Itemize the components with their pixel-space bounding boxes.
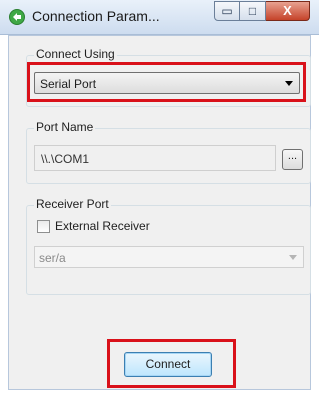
- port-name-label: Port Name: [34, 120, 96, 134]
- external-receiver-checkbox[interactable]: [37, 220, 50, 233]
- connection-parameters-window: Connection Param... ▭ □ X Connect Using …: [0, 0, 319, 398]
- app-icon: [9, 9, 25, 25]
- maximize-button[interactable]: □: [240, 1, 266, 21]
- receiver-port-value: ser/a: [39, 251, 66, 265]
- highlight-connect-button: [107, 339, 236, 388]
- minimize-button[interactable]: ▭: [214, 1, 240, 21]
- receiver-port-select: ser/a: [34, 246, 304, 268]
- minimize-icon: ▭: [221, 4, 233, 18]
- title-bar[interactable]: Connection Param... ▭ □ X: [0, 0, 319, 35]
- maximize-icon: □: [248, 4, 257, 18]
- chevron-down-icon: [289, 255, 297, 260]
- close-icon: X: [283, 3, 292, 18]
- connect-using-label: Connect Using: [34, 47, 117, 61]
- close-button[interactable]: X: [266, 1, 310, 21]
- external-receiver-label[interactable]: External Receiver: [55, 219, 150, 233]
- caption-buttons: ▭ □ X: [214, 1, 310, 23]
- window-title: Connection Param...: [32, 8, 160, 24]
- receiver-port-label: Receiver Port: [34, 197, 111, 211]
- highlight-connect-using: [27, 62, 306, 102]
- port-name-field[interactable]: \\.\COM1: [34, 145, 276, 171]
- browse-button[interactable]: ...: [282, 149, 303, 170]
- port-name-value: \\.\COM1: [41, 152, 90, 166]
